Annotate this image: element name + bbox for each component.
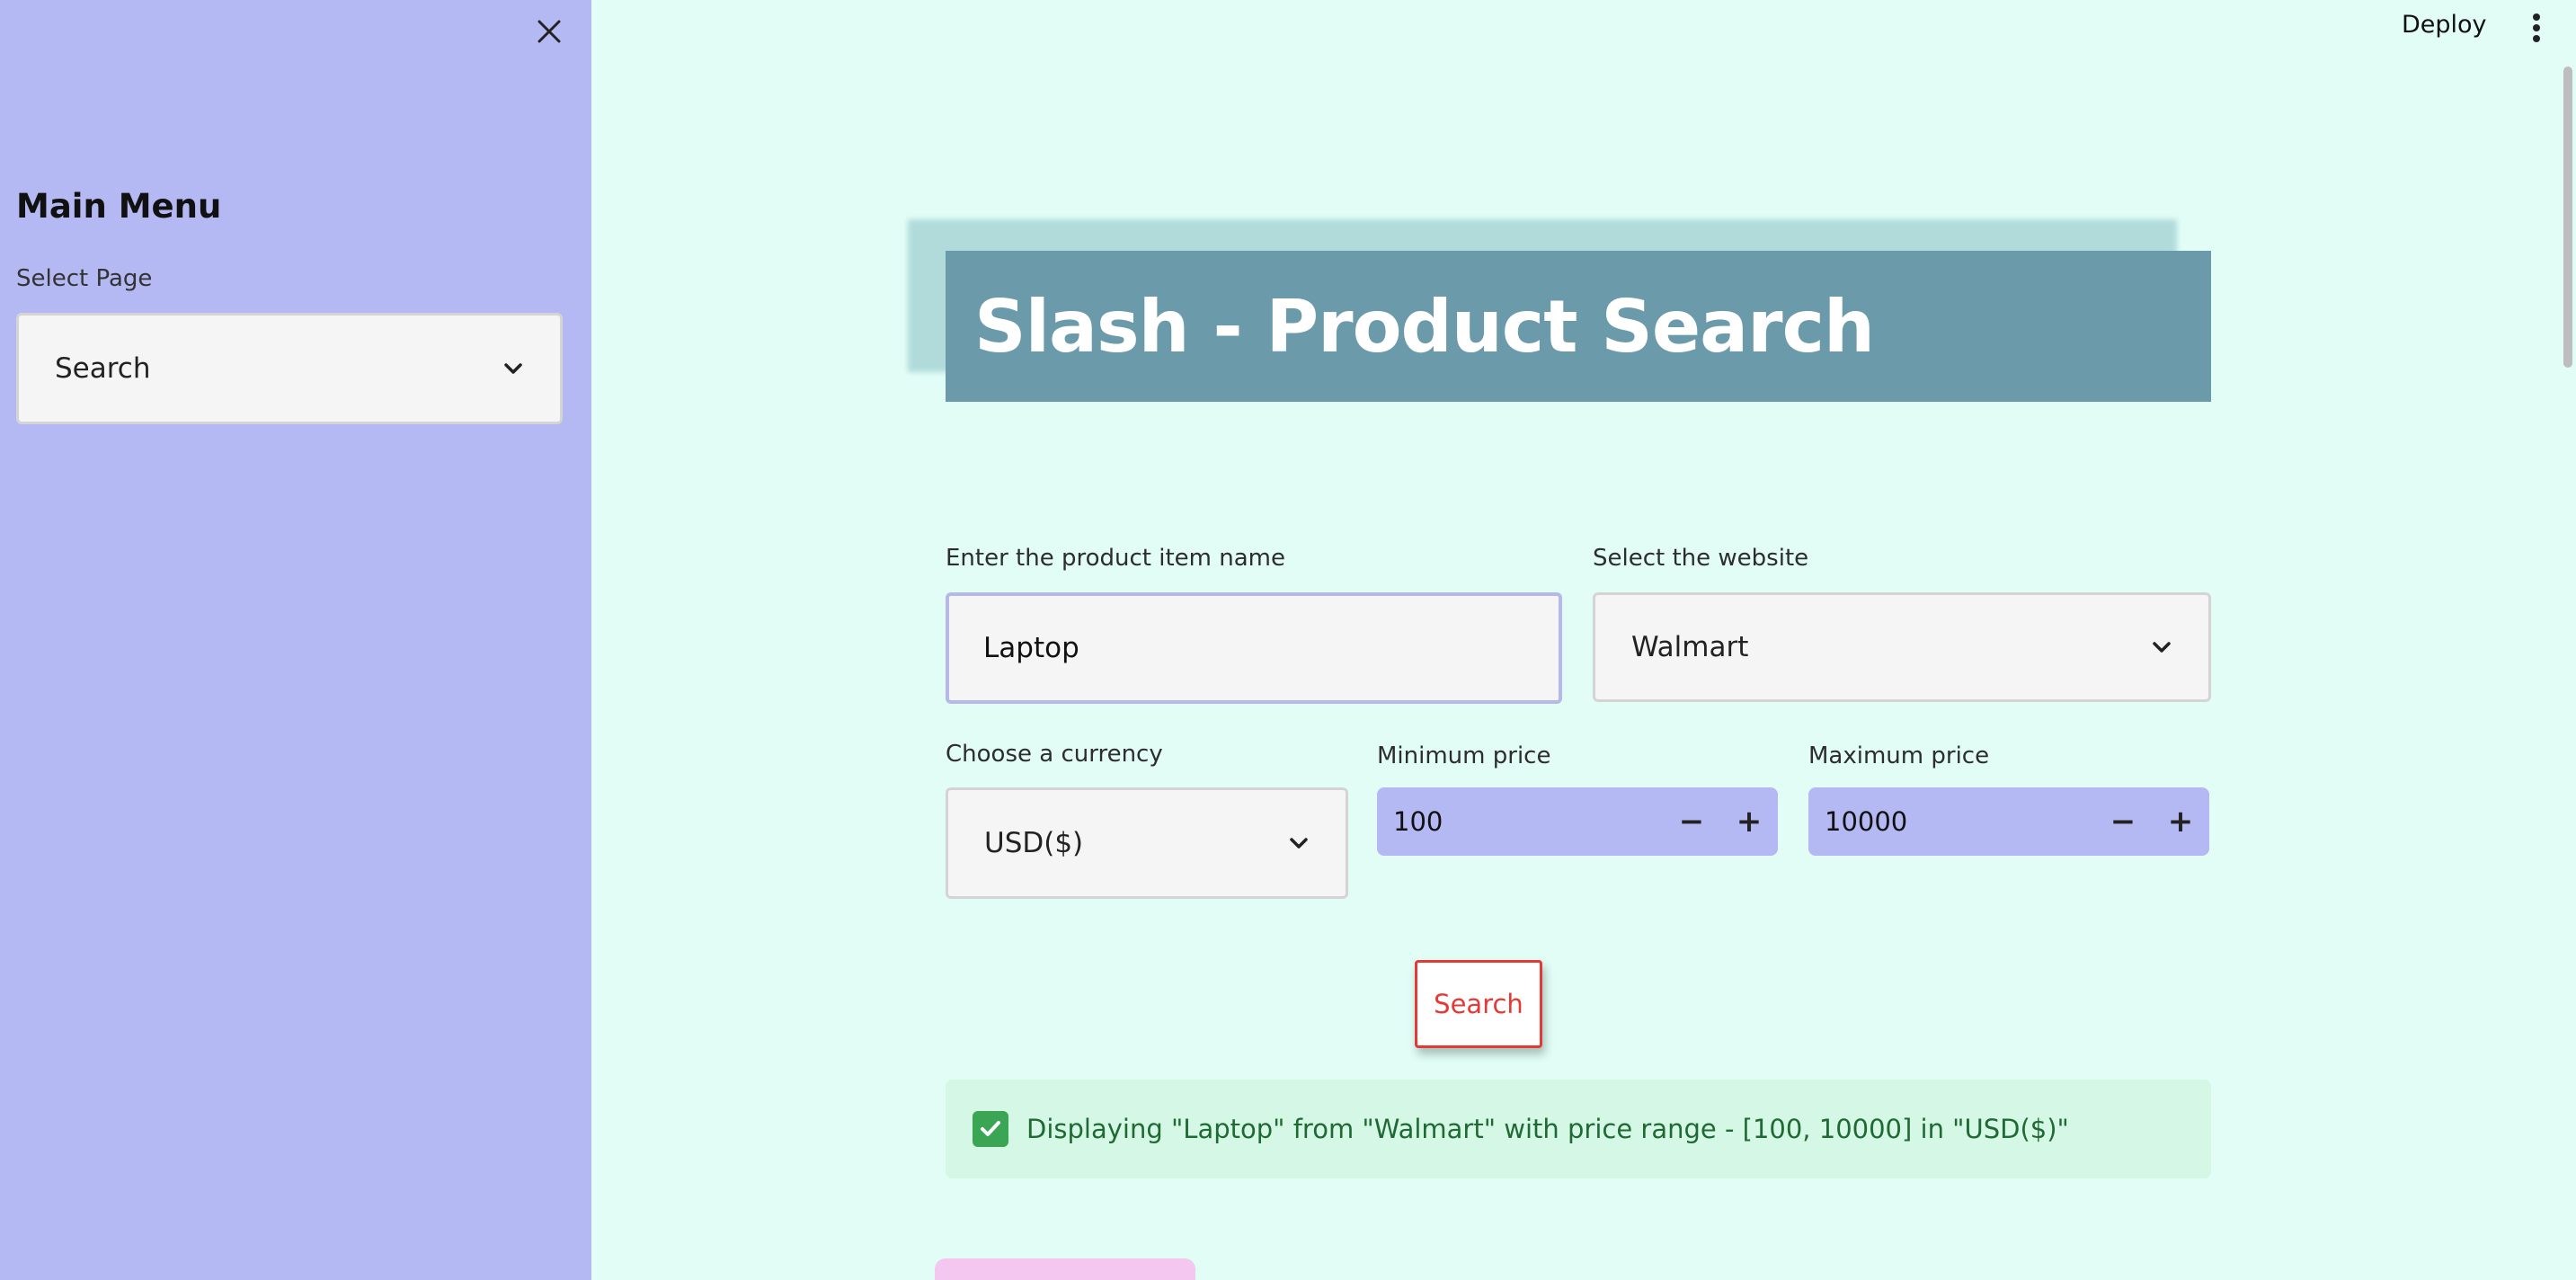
- product-name-label: Enter the product item name: [946, 545, 1285, 572]
- max-price-increment-button[interactable]: +: [2152, 787, 2209, 856]
- min-price-value[interactable]: 100: [1393, 806, 1663, 837]
- select-page-label: Select Page: [16, 265, 153, 292]
- select-page-value: Search: [55, 352, 151, 385]
- website-label: Select the website: [1593, 545, 1809, 572]
- partial-element-below-fold: [935, 1258, 1195, 1280]
- currency-dropdown[interactable]: USD($): [946, 787, 1348, 899]
- header-banner: Slash - Product Search: [946, 251, 2211, 402]
- scrollbar-thumb[interactable]: [2563, 67, 2572, 368]
- min-price-increment-button[interactable]: +: [1720, 787, 1778, 856]
- currency-label: Choose a currency: [946, 741, 1163, 768]
- min-price-stepper[interactable]: 100 − +: [1377, 787, 1778, 856]
- max-price-stepper[interactable]: 10000 − +: [1808, 787, 2209, 856]
- max-price-decrement-button[interactable]: −: [2094, 787, 2152, 856]
- chevron-down-icon: [1290, 838, 1308, 849]
- chevron-down-icon: [2153, 642, 2171, 653]
- sidebar: Main Menu Select Page Search: [0, 0, 591, 1280]
- deploy-button[interactable]: Deploy: [2402, 11, 2487, 39]
- close-sidebar-button[interactable]: [530, 13, 568, 50]
- chevron-down-icon: [504, 363, 522, 374]
- close-icon: [537, 20, 561, 43]
- select-page-dropdown[interactable]: Search: [16, 313, 563, 424]
- product-name-input[interactable]: [946, 592, 1562, 704]
- website-dropdown[interactable]: Walmart: [1593, 592, 2211, 702]
- max-price-label: Maximum price: [1808, 742, 1990, 769]
- website-value: Walmart: [1631, 631, 1749, 663]
- kebab-menu-icon[interactable]: [2524, 11, 2549, 45]
- min-price-decrement-button[interactable]: −: [1663, 787, 1720, 856]
- page-title: Slash - Product Search: [974, 284, 1875, 369]
- min-price-label: Minimum price: [1377, 742, 1551, 769]
- currency-value: USD($): [984, 827, 1084, 859]
- search-button[interactable]: Search: [1415, 960, 1542, 1048]
- alert-message: Displaying "Laptop" from "Walmart" with …: [1026, 1114, 2069, 1144]
- max-price-value[interactable]: 10000: [1825, 806, 2094, 837]
- check-mark-icon: [973, 1111, 1008, 1147]
- sidebar-title: Main Menu: [16, 187, 222, 226]
- success-alert: Displaying "Laptop" from "Walmart" with …: [946, 1080, 2211, 1178]
